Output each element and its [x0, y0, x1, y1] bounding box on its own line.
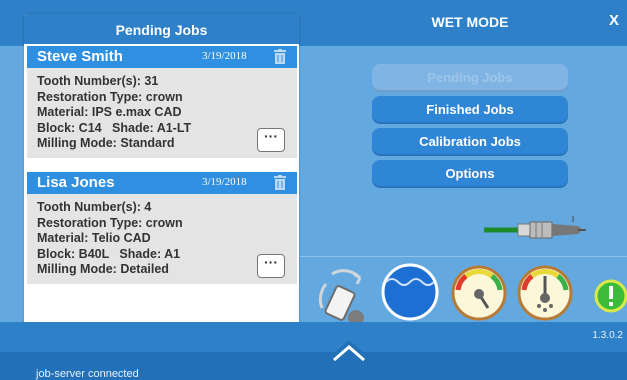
- pressure-gauge-icon[interactable]: [450, 264, 508, 322]
- job-card[interactable]: Lisa Jones 3/19/2018 Tooth Number(s): 4 …: [27, 172, 297, 284]
- bottom-bar: 1.3.0.2: [0, 322, 627, 352]
- milling-tool-icon: [484, 216, 586, 239]
- job-details: Tooth Number(s): 4 Restoration Type: cro…: [27, 194, 297, 284]
- job-card-header[interactable]: Lisa Jones 3/19/2018: [27, 172, 297, 194]
- section-divider: [300, 256, 627, 257]
- pending-jobs-title: Pending Jobs: [24, 14, 299, 44]
- job-date: 3/19/2018: [202, 176, 247, 188]
- tooth-number: Tooth Number(s): 4: [37, 200, 152, 214]
- options-button[interactable]: Options: [372, 160, 568, 188]
- milling-mode: Milling Mode: Standard: [37, 136, 175, 150]
- job-patient-name: Steve Smith: [37, 48, 123, 65]
- rotate-device-icon[interactable]: [316, 264, 372, 328]
- calibration-jobs-button[interactable]: Calibration Jobs: [372, 128, 568, 156]
- job-details: Tooth Number(s): 31 Restoration Type: cr…: [27, 68, 297, 158]
- job-card[interactable]: Steve Smith 3/19/2018 Tooth Number(s): 3…: [27, 46, 297, 158]
- restoration-type: Restoration Type: crown: [37, 215, 183, 230]
- dust-gauge-icon[interactable]: [516, 264, 574, 322]
- job-date: 3/19/2018: [202, 50, 247, 62]
- tooth-number: Tooth Number(s): 31: [37, 74, 159, 88]
- more-options-button[interactable]: ···: [257, 128, 285, 152]
- status-bar: job-server connected: [0, 352, 627, 380]
- finished-jobs-button[interactable]: Finished Jobs: [372, 96, 568, 124]
- mode-title: WET MODE: [431, 14, 509, 30]
- block-shade: Block: C14 Shade: A1-LT: [37, 120, 192, 135]
- block-shade: Block: B40L Shade: A1: [37, 246, 181, 261]
- job-card-header[interactable]: Steve Smith 3/19/2018: [27, 46, 297, 68]
- milling-mode: Milling Mode: Detailed: [37, 262, 169, 276]
- more-options-button[interactable]: ···: [257, 254, 285, 278]
- material: Material: Telio CAD: [37, 231, 151, 245]
- water-level-icon[interactable]: [380, 262, 440, 322]
- pending-jobs-panel: Pending Jobs Steve Smith 3/19/2018 Tooth…: [24, 14, 299, 352]
- restoration-type: Restoration Type: crown: [37, 89, 183, 104]
- expand-arrow-icon[interactable]: [322, 336, 376, 362]
- trash-icon[interactable]: [273, 49, 287, 65]
- alert-icon[interactable]: [593, 276, 627, 316]
- close-button[interactable]: X: [609, 12, 627, 34]
- connection-status: job-server connected: [36, 368, 139, 380]
- trash-icon[interactable]: [273, 175, 287, 191]
- version-label: 1.3.0.2: [592, 330, 623, 341]
- pending-jobs-button[interactable]: Pending Jobs: [372, 64, 568, 92]
- material: Material: IPS e.max CAD: [37, 105, 182, 119]
- job-patient-name: Lisa Jones: [37, 174, 115, 191]
